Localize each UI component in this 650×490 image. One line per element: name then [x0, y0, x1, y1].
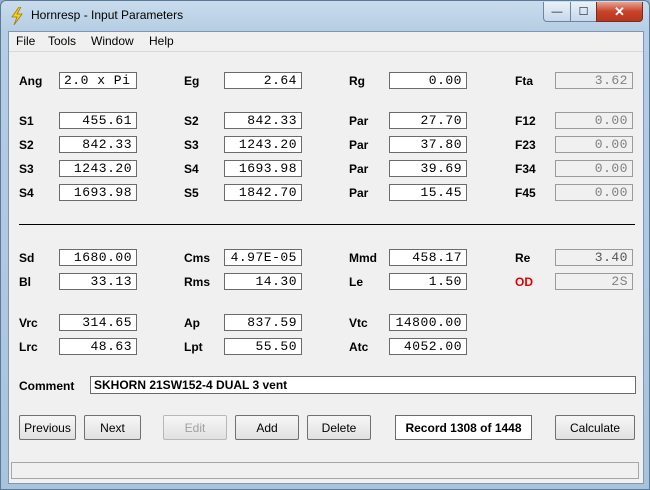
separator-line — [19, 224, 635, 225]
field-s1[interactable]: 455.61 — [59, 112, 137, 129]
field-par3[interactable]: 39.69 — [389, 160, 467, 177]
maximize-button[interactable]: ☐ — [570, 2, 597, 22]
comment-field[interactable]: SKHORN 21SW152-4 DUAL 3 vent — [90, 376, 636, 394]
label-f34: F34 — [515, 162, 536, 176]
label-f45: F45 — [515, 186, 536, 200]
field-lpt[interactable]: 55.50 — [224, 338, 302, 355]
field-vrc[interactable]: 314.65 — [59, 314, 137, 331]
field-f12: 0.00 — [555, 112, 633, 129]
record-indicator: Record 1308 of 1448 — [395, 415, 532, 440]
field-ap[interactable]: 837.59 — [224, 314, 302, 331]
minimize-icon: — — [551, 5, 563, 18]
label-s3: S3 — [184, 138, 199, 152]
field-s2[interactable]: 842.33 — [224, 112, 302, 129]
label-cms: Cms — [184, 251, 211, 265]
menu-file[interactable]: File — [16, 34, 35, 48]
field-lrc[interactable]: 48.63 — [59, 338, 137, 355]
field-od: 2S — [555, 273, 633, 290]
field-cms[interactable]: 4.97E-05 — [224, 249, 302, 266]
field-f34: 0.00 — [555, 160, 633, 177]
close-icon: ✕ — [614, 3, 625, 19]
edit-button: Edit — [163, 415, 227, 440]
menu-bar: File Tools Window Help — [9, 32, 643, 52]
title-bar[interactable]: Hornresp - Input Parameters — ☐ ✕ — [1, 1, 649, 31]
label-od[interactable]: OD — [515, 275, 533, 289]
label-comment: Comment — [19, 379, 75, 393]
field-par1[interactable]: 27.70 — [389, 112, 467, 129]
label-ang: Ang — [19, 74, 43, 88]
client-area: File Tools Window Help Ang 2.0 x Pi Eg 2… — [8, 31, 644, 484]
status-bar — [11, 462, 639, 479]
label-eg: Eg — [184, 74, 200, 88]
field-fta: 3.62 — [555, 72, 633, 89]
field-mmd[interactable]: 458.17 — [389, 249, 467, 266]
label-bl: Bl — [19, 275, 31, 289]
field-f45: 0.00 — [555, 184, 633, 201]
label-s4: S4 — [184, 162, 199, 176]
label-s2-row2: S2 — [19, 138, 34, 152]
menu-tools[interactable]: Tools — [48, 34, 76, 48]
label-mmd: Mmd — [349, 251, 377, 265]
field-bl[interactable]: 33.13 — [59, 273, 137, 290]
label-fta: Fta — [515, 74, 533, 88]
label-sd: Sd — [19, 251, 35, 265]
label-par1: Par — [349, 114, 369, 128]
close-button[interactable]: ✕ — [596, 2, 643, 22]
field-s3-row3[interactable]: 1243.20 — [59, 160, 137, 177]
label-vrc: Vrc — [19, 316, 38, 330]
label-par2: Par — [349, 138, 369, 152]
label-vtc: Vtc — [349, 316, 368, 330]
add-button[interactable]: Add — [235, 415, 299, 440]
label-le: Le — [349, 275, 364, 289]
label-atc: Atc — [349, 340, 369, 354]
label-par3: Par — [349, 162, 369, 176]
lightning-app-icon — [11, 7, 23, 25]
field-atc[interactable]: 4052.00 — [389, 338, 467, 355]
field-s3[interactable]: 1243.20 — [224, 136, 302, 153]
field-re: 3.40 — [555, 249, 633, 266]
field-rms[interactable]: 14.30 — [224, 273, 302, 290]
field-s4-row4[interactable]: 1693.98 — [59, 184, 137, 201]
label-s5: S5 — [184, 186, 199, 200]
field-le[interactable]: 1.50 — [389, 273, 467, 290]
field-s4[interactable]: 1693.98 — [224, 160, 302, 177]
field-s2-row2[interactable]: 842.33 — [59, 136, 137, 153]
label-f12: F12 — [515, 114, 536, 128]
label-ap: Ap — [184, 316, 200, 330]
field-par4[interactable]: 15.45 — [389, 184, 467, 201]
label-lpt: Lpt — [184, 340, 203, 354]
label-s3-row3: S3 — [19, 162, 34, 176]
label-lrc: Lrc — [19, 340, 38, 354]
label-s4-row4: S4 — [19, 186, 34, 200]
previous-button[interactable]: Previous — [19, 415, 76, 440]
label-rg: Rg — [349, 74, 365, 88]
menu-help[interactable]: Help — [149, 34, 174, 48]
label-f23: F23 — [515, 138, 536, 152]
calculate-button[interactable]: Calculate — [555, 415, 635, 440]
label-s2: S2 — [184, 114, 199, 128]
window-title: Hornresp - Input Parameters — [31, 8, 184, 22]
minimize-button[interactable]: — — [543, 2, 571, 22]
menu-window[interactable]: Window — [91, 34, 134, 48]
app-window: Hornresp - Input Parameters — ☐ ✕ File T… — [0, 0, 650, 490]
label-par4: Par — [349, 186, 369, 200]
delete-button[interactable]: Delete — [307, 415, 371, 440]
field-rg[interactable]: 0.00 — [389, 72, 467, 89]
label-re: Re — [515, 251, 531, 265]
maximize-icon: ☐ — [578, 6, 589, 18]
field-sd[interactable]: 1680.00 — [59, 249, 137, 266]
field-par2[interactable]: 37.80 — [389, 136, 467, 153]
input-parameters-form: Ang 2.0 x Pi Eg 2.64 Rg 0.00 Fta 3.62 S1… — [9, 52, 643, 482]
next-button[interactable]: Next — [84, 415, 141, 440]
field-vtc[interactable]: 14800.00 — [389, 314, 467, 331]
field-eg[interactable]: 2.64 — [224, 72, 302, 89]
field-ang[interactable]: 2.0 x Pi — [59, 72, 137, 89]
label-s1: S1 — [19, 114, 34, 128]
label-rms: Rms — [184, 275, 211, 289]
field-f23: 0.00 — [555, 136, 633, 153]
field-s5[interactable]: 1842.70 — [224, 184, 302, 201]
